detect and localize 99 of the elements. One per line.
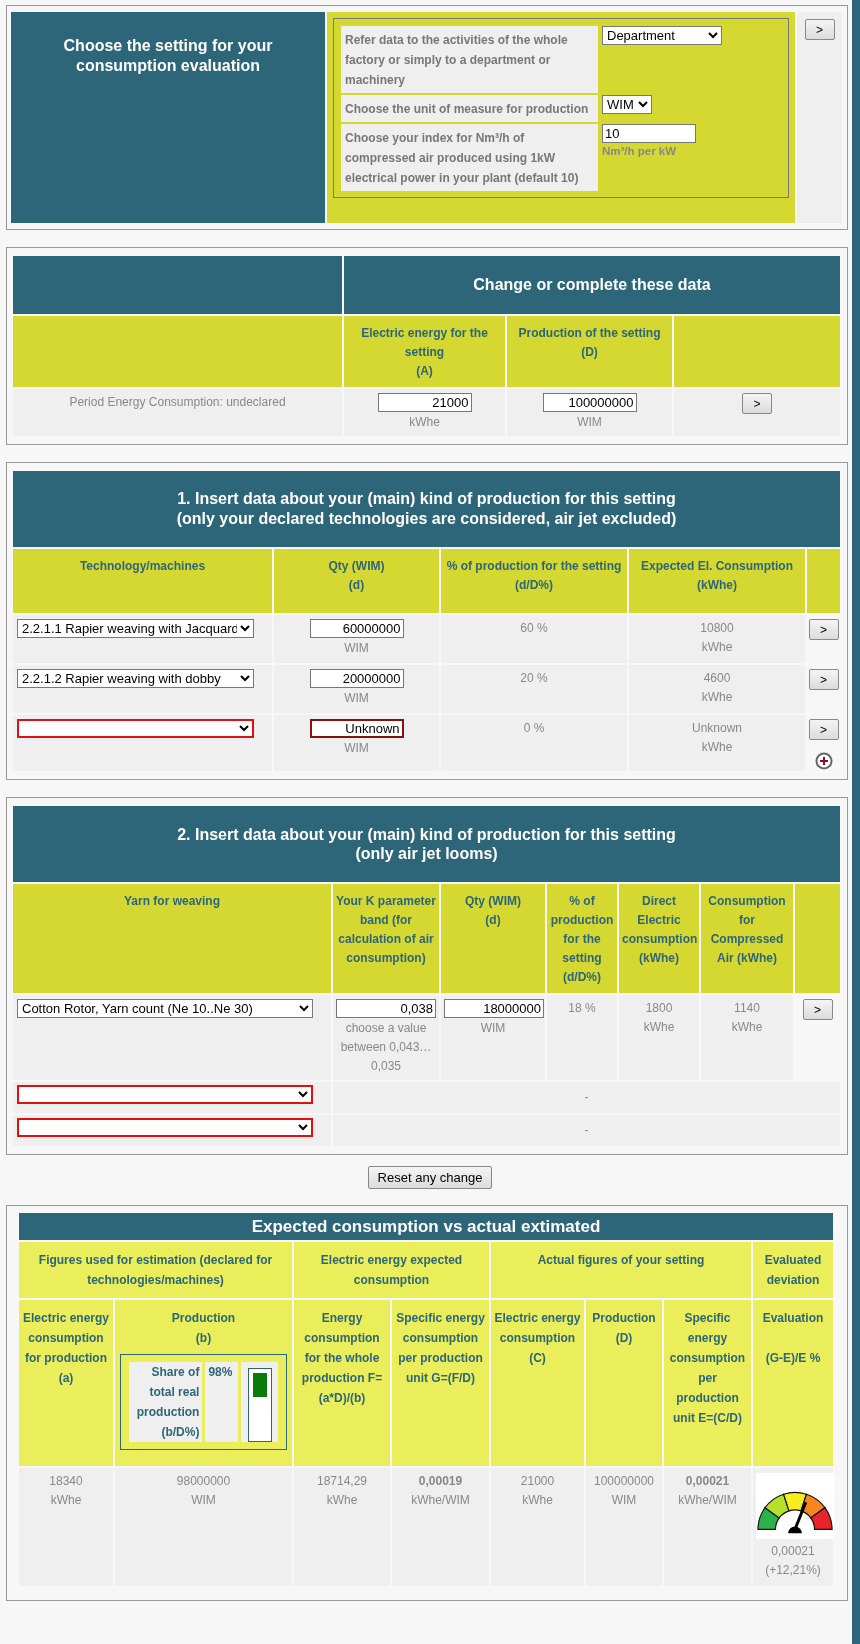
group-header: Evaluated deviation: [753, 1242, 833, 1298]
column-header: Expected El. Consumption (kWhe): [629, 549, 805, 613]
unit-label: kWhe: [49, 1492, 83, 1509]
column-header: Consumption for Compressed Air (kWhe): [701, 884, 793, 993]
setting-label: Choose your index for Nm³/h of compressed air produced using 1kW electrical power in your plant (default 10): [341, 124, 598, 191]
setting-label: Choose the unit of measure for production: [341, 95, 598, 122]
unit-label: kWhe: [521, 1492, 554, 1509]
unit-label: WIM: [190, 1492, 217, 1509]
section-title: Choose the setting for your consumption evaluation: [62, 36, 274, 76]
unit-label: WIM: [610, 1492, 638, 1509]
column-header: Production of the setting (D): [507, 316, 672, 387]
table-cell: 20 %: [441, 665, 627, 713]
unit-label: WIM: [343, 690, 370, 707]
column-header: Specific energy consumption per production unit G=(F/D): [392, 1300, 489, 1466]
yarn-select[interactable]: [17, 1118, 313, 1137]
unit-label: kWhe/WIM: [410, 1492, 471, 1509]
table-cell-text: 0,00019: [417, 1473, 464, 1490]
column-header: Direct Electric consumption (kWhe): [619, 884, 699, 993]
add-icon[interactable]: [814, 752, 833, 770]
setting-select[interactable]: WIM: [602, 95, 652, 114]
column-header: Qty (WIM) (d): [274, 549, 439, 613]
table-cell: 18 %: [547, 995, 617, 1080]
technology-select[interactable]: 2.2.1.2 Rapier weaving with dobby: [17, 669, 254, 688]
table-cell-text: 98000000: [175, 1473, 232, 1490]
unit-label: WIM: [343, 640, 370, 657]
column-header: % of production for the setting (d/D%): [547, 884, 617, 993]
column-header: % of production for the setting (d/D%): [441, 549, 627, 613]
share-label: Share of total real production (b/D%): [129, 1362, 203, 1442]
column-header: Electric energy consumption for production (a): [19, 1300, 113, 1466]
submit-button[interactable]: >: [802, 999, 833, 1020]
unit-label: WIM: [343, 740, 370, 757]
hint-text: choose a value between 0,043…0,035: [339, 1020, 433, 1075]
index-field[interactable]: 10: [602, 124, 696, 143]
unit-label: kWhe: [408, 414, 441, 431]
setting-label: Refer data to the activities of the whole factory or simply to a department or machinery: [341, 26, 598, 93]
column-header: Your K parameter band (for calculation of air consumption): [333, 884, 439, 993]
section-title: 1. Insert data about your (main) kind of production for this setting (only your declared technologies are considered, air jet excluded): [13, 471, 840, 547]
table-cell: 60 %: [441, 615, 627, 663]
submit-button[interactable]: >: [808, 619, 839, 640]
submit-button[interactable]: >: [742, 393, 772, 414]
table-cell-text: 10800: [699, 620, 735, 637]
unit-label: kWhe: [700, 689, 734, 706]
submit-button[interactable]: >: [808, 719, 839, 740]
group-header: Actual figures of your setting: [491, 1242, 751, 1298]
section-title: 2. Insert data about your (main) kind of production for this setting (only air jet looms): [13, 806, 840, 882]
table-cell-text: 18714,29: [315, 1473, 369, 1490]
table-cell-text: 4600: [702, 670, 732, 687]
production-field[interactable]: 100000000: [542, 393, 637, 412]
column-header: Yarn for weaving: [13, 884, 331, 993]
table-cell-text: (+12,21%): [764, 1562, 822, 1579]
column-header: Evaluation (G-E)/E %: [753, 1300, 833, 1466]
table-cell-text: 21000: [519, 1473, 556, 1490]
technology-select[interactable]: [17, 719, 254, 738]
section-title: Change or complete these data: [344, 256, 840, 314]
column-header: Production (b): [170, 1310, 237, 1347]
table-cell: -: [333, 1082, 840, 1113]
unit-label: kWhe: [700, 639, 734, 656]
yarn-select[interactable]: Cotton Rotor, Yarn count (Ne 10..Ne 30): [17, 999, 313, 1018]
table-cell: 0 %: [441, 715, 627, 771]
unit-label: kWhe: [642, 1019, 676, 1036]
reset-button[interactable]: Reset any change: [367, 1166, 493, 1189]
group-header: Electric energy expected consumption: [294, 1242, 489, 1298]
setting-select[interactable]: Department: [602, 26, 722, 45]
quantity-field[interactable]: 18000000: [444, 999, 544, 1018]
submit-button[interactable]: >: [808, 669, 839, 690]
table-cell-text: 18340: [48, 1473, 84, 1490]
table-cell-text: 1140: [733, 1000, 761, 1017]
row-label: Period Energy Consumption: undeclared: [13, 389, 342, 436]
column-header: Specific energy consumption per production unit E=(C/D): [664, 1300, 751, 1466]
table-cell-text: 100000000: [592, 1473, 656, 1490]
column-header: Electric energy consumption (C): [491, 1300, 584, 1466]
table-cell-text: 0,00021: [770, 1543, 816, 1560]
unit-label: WIM: [576, 414, 603, 431]
table-cell-text: 1800: [644, 1000, 674, 1017]
column-header: Energy consumption for the whole production F=(a*D)/(b): [294, 1300, 390, 1466]
column-header: Technology/machines: [13, 549, 272, 613]
quantity-field[interactable]: Unknown: [309, 719, 404, 738]
section-title: Expected consumption vs actual extimated: [19, 1213, 833, 1240]
table-cell-text: 0,00021: [684, 1473, 731, 1490]
yarn-select[interactable]: [17, 1085, 313, 1104]
header-cell: [807, 549, 840, 613]
quantity-field[interactable]: 20000000: [309, 669, 404, 688]
share-value: 98%: [205, 1362, 239, 1442]
column-header: Electric energy for the setting (A): [344, 316, 505, 387]
table-cell: -: [333, 1115, 840, 1146]
unit-label: kWhe: [730, 1019, 764, 1036]
unit-label: kWhe: [325, 1492, 359, 1509]
energy-field[interactable]: 21000: [377, 393, 472, 412]
unit-label: Nm³/h per kW: [602, 145, 678, 157]
submit-button[interactable]: >: [804, 19, 835, 40]
parameter-field[interactable]: 0,038: [336, 999, 436, 1018]
group-header: Figures used for estimation (declared for technologies/machines): [19, 1242, 292, 1298]
unit-label: WIM: [479, 1020, 507, 1037]
table-cell-text: Unknown: [691, 720, 743, 737]
unit-label: kWhe: [700, 739, 734, 756]
column-header: Qty (WIM) (d): [441, 884, 545, 993]
unit-label: kWhe/WIM: [677, 1492, 738, 1509]
column-header: Production (D): [586, 1300, 662, 1466]
quantity-field[interactable]: 60000000: [309, 619, 404, 638]
